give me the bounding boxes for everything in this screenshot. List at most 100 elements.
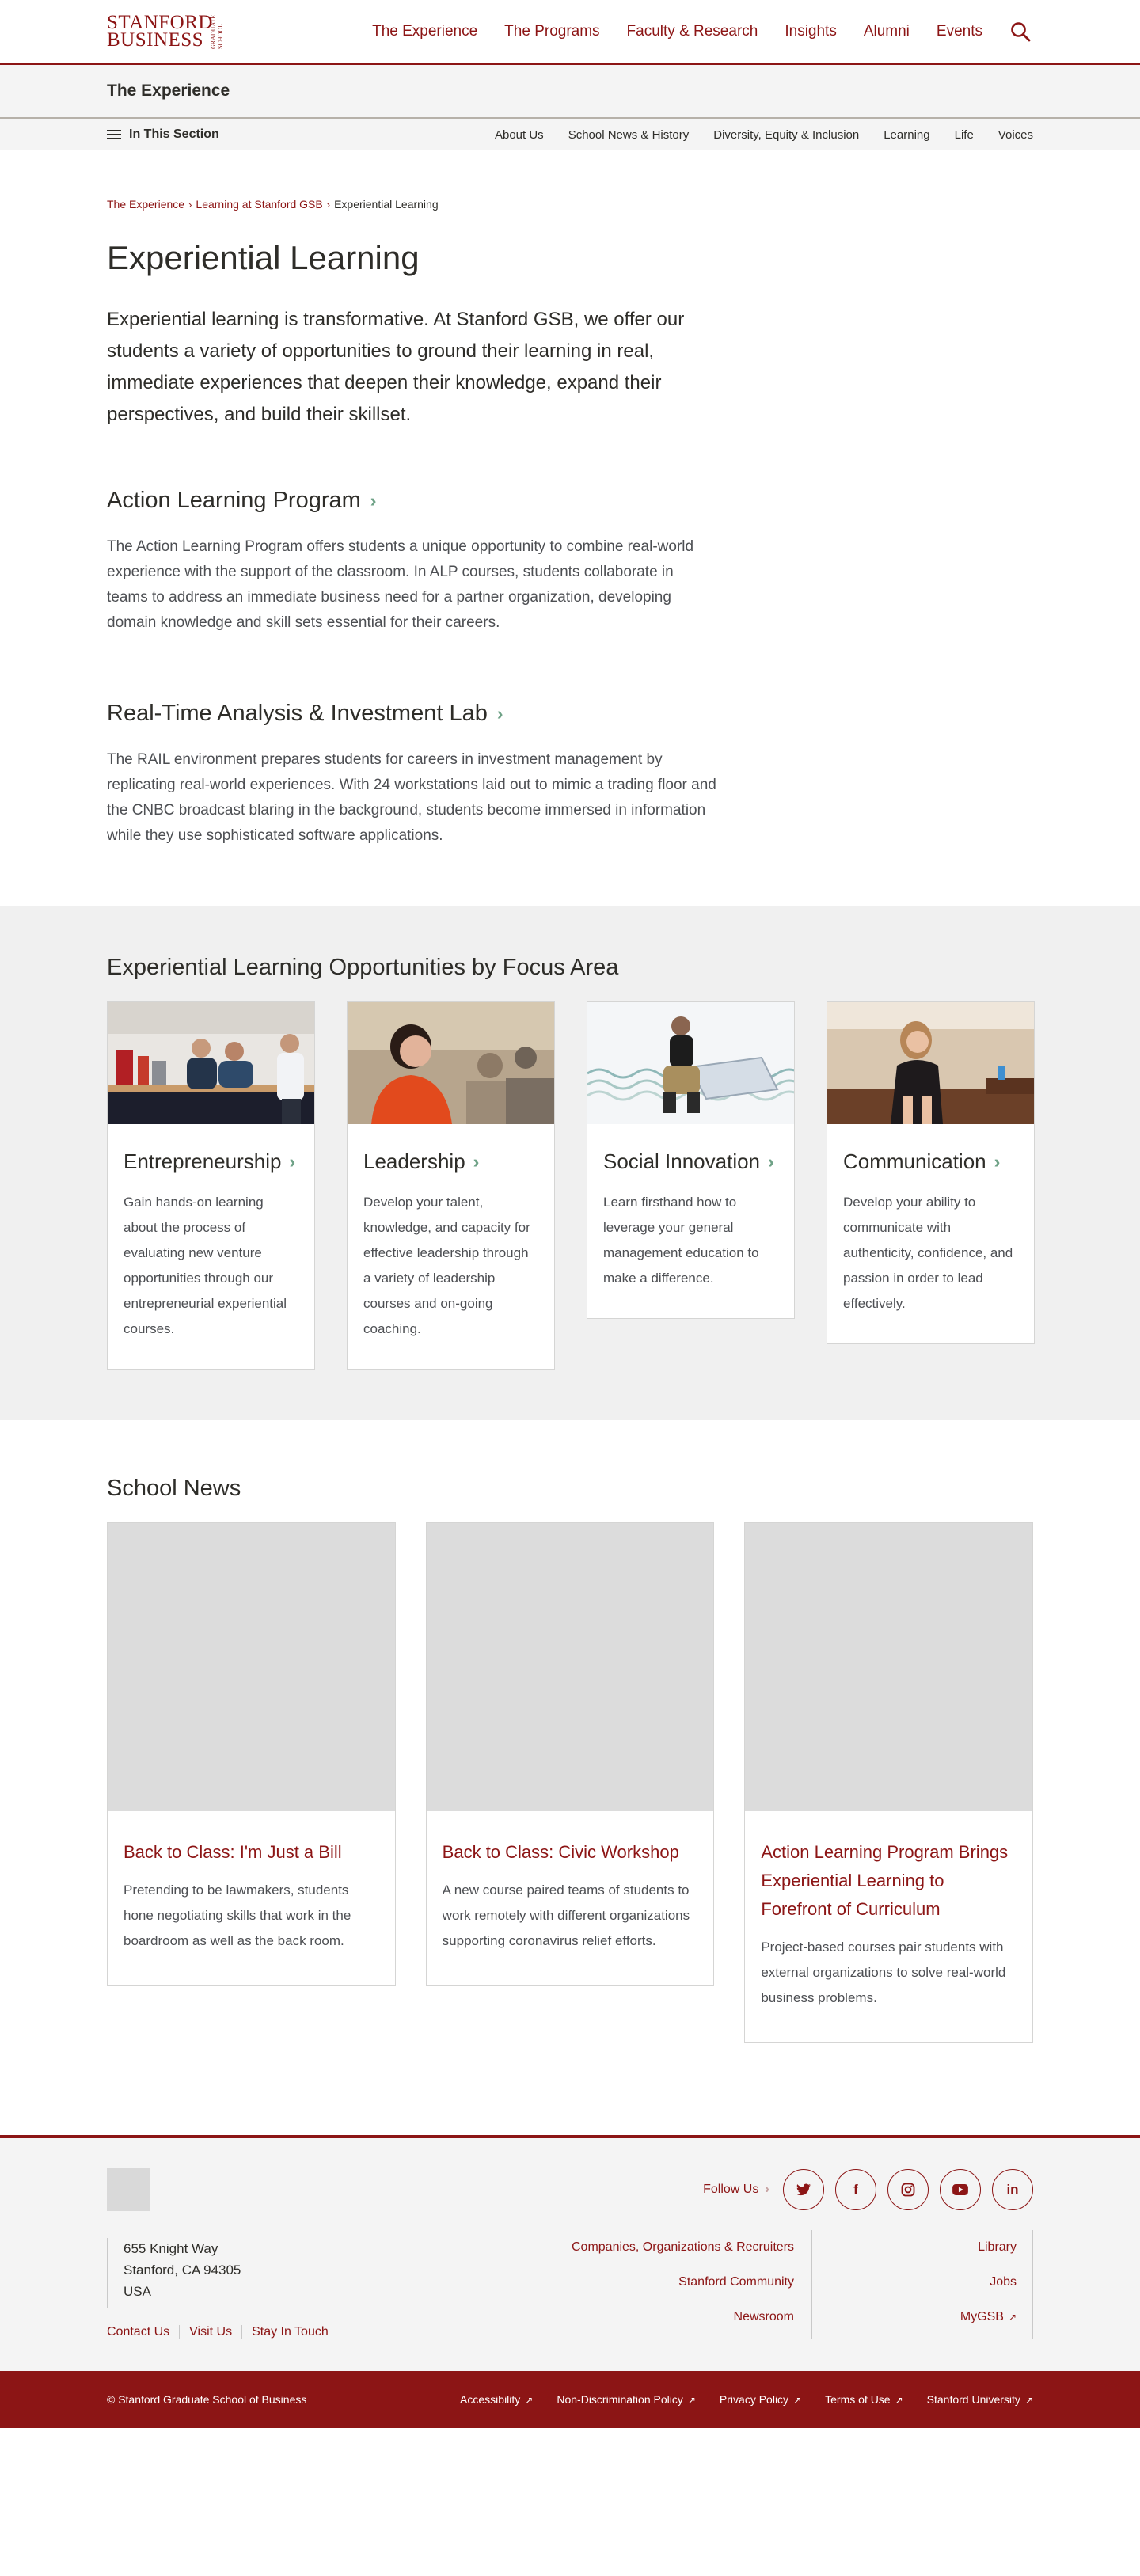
breadcrumb-learning[interactable]: Learning at Stanford GSB <box>196 198 322 211</box>
feature-text: The RAIL environment prepares students f… <box>107 751 716 844</box>
focus-card-leadership[interactable]: Leadership ›› Develop your talent, knowl… <box>347 1001 555 1370</box>
subnav-diversity[interactable]: Diversity, Equity & Inclusion <box>713 128 859 142</box>
subnav-life[interactable]: Life <box>955 128 974 142</box>
focus-card-social-innovation[interactable]: Social Innovation ›› Learn firsthand how… <box>587 1001 795 1319</box>
site-footer: Follow Us ›› f in 655 Knight Way Stanfor… <box>0 2135 1140 2371</box>
external-link-icon: ↗ <box>793 2395 802 2406</box>
social-innovation-photo <box>587 1002 794 1124</box>
entrepreneurship-photo <box>108 1002 314 1124</box>
news-summary: Pretending to be lawmakers, students hon… <box>124 1883 352 1948</box>
section-subnav: In This Section About Us School News & H… <box>0 119 1140 150</box>
news-card[interactable]: Back to Class: Civic Workshop A new cour… <box>425 1522 715 1986</box>
facebook-link[interactable]: f <box>835 2169 876 2210</box>
nav-faculty-research[interactable]: Faculty & Research <box>627 23 758 40</box>
non-discrimination-link[interactable]: Non-Discrimination Policy ↗ <box>557 2393 696 2406</box>
accessibility-link[interactable]: Accessibility ↗ <box>460 2393 533 2406</box>
focus-card-communication[interactable]: Communication ›› Develop your ability to… <box>826 1001 1035 1344</box>
feature-title-link[interactable]: Action Learning Program ›› <box>107 488 716 514</box>
library-link[interactable]: Library <box>812 2230 1016 2265</box>
double-chevron-right-icon: ›› <box>768 1151 772 1172</box>
double-chevron-right-icon: ›› <box>994 1151 998 1172</box>
instagram-icon <box>901 2183 915 2197</box>
card-title: Entrepreneurship <box>124 1149 282 1173</box>
double-chevron-right-icon: ›› <box>289 1151 293 1172</box>
external-link-icon: ↗ <box>895 2395 903 2406</box>
news-card[interactable]: Back to Class: I'm Just a Bill Pretendin… <box>107 1522 396 1986</box>
card-text: Develop your ability to communicate with… <box>843 1195 1013 1311</box>
nav-the-programs[interactable]: The Programs <box>504 23 599 40</box>
news-image-placeholder <box>426 1523 714 1811</box>
stanford-community-link[interactable]: Stanford Community <box>572 2265 794 2300</box>
external-link-icon: ↗ <box>1024 2395 1033 2406</box>
follow-us-label: Follow Us ›› <box>703 2183 768 2197</box>
visit-us-link[interactable]: Visit Us <box>179 2325 241 2339</box>
intro-paragraph: Experiential learning is transformative.… <box>107 309 685 425</box>
twitter-link[interactable] <box>783 2169 824 2210</box>
logo-wordmark: STANFORD BUSINESS <box>107 12 213 51</box>
card-title-link[interactable]: Entrepreneurship ›› <box>124 1149 298 1174</box>
card-text: Learn firsthand how to leverage your gen… <box>603 1195 759 1286</box>
card-title-link[interactable]: Leadership ›› <box>363 1149 538 1174</box>
stanford-gsb-logo[interactable]: STANFORD BUSINESS GRADUATE SCHOOL <box>107 12 224 51</box>
card-title-link[interactable]: Social Innovation ›› <box>603 1149 778 1174</box>
news-card[interactable]: Action Learning Program Brings Experient… <box>744 1522 1034 2043</box>
section-title[interactable]: The Experience <box>107 82 230 101</box>
subnav-links: About Us School News & History Diversity… <box>495 128 1033 142</box>
nav-events[interactable]: Events <box>937 23 982 40</box>
privacy-policy-label: Privacy Policy <box>719 2393 789 2406</box>
nav-insights[interactable]: Insights <box>785 23 836 40</box>
logo-subtitle: GRADUATE SCHOOL <box>210 14 224 49</box>
footer-logo-placeholder[interactable] <box>107 2168 150 2211</box>
subnav-school-news-history[interactable]: School News & History <box>568 128 690 142</box>
youtube-icon <box>952 2184 968 2195</box>
linkedin-icon: in <box>1006 2182 1019 2197</box>
in-this-section-toggle[interactable]: In This Section <box>107 127 219 142</box>
copyright: © Stanford Graduate School of Business <box>107 2393 307 2406</box>
contact-us-link[interactable]: Contact Us <box>107 2325 179 2339</box>
privacy-policy-link[interactable]: Privacy Policy ↗ <box>720 2393 801 2406</box>
terms-of-use-label: Terms of Use <box>825 2393 891 2406</box>
breadcrumb-separator-icon: › <box>188 198 192 211</box>
stanford-university-link[interactable]: Stanford University ↗ <box>927 2393 1033 2406</box>
external-link-icon: ↗ <box>525 2395 534 2406</box>
card-title: Social Innovation <box>603 1149 761 1173</box>
news-title-link[interactable]: Back to Class: I'm Just a Bill <box>124 1838 379 1867</box>
breadcrumb-the-experience[interactable]: The Experience <box>107 198 184 211</box>
subnav-voices[interactable]: Voices <box>998 128 1033 142</box>
jobs-link[interactable]: Jobs <box>812 2265 1016 2300</box>
feature-title-link[interactable]: Real-Time Analysis & Investment Lab ›› <box>107 701 716 727</box>
footer-contact-links: Contact Us Visit Us Stay In Touch <box>107 2325 338 2339</box>
accessibility-label: Accessibility <box>460 2393 521 2406</box>
card-title-link[interactable]: Communication ›› <box>843 1149 1018 1174</box>
subnav-learning[interactable]: Learning <box>884 128 929 142</box>
instagram-link[interactable] <box>887 2169 929 2210</box>
focus-cards: Entrepreneurship ›› Gain hands-on learni… <box>107 1001 1035 1370</box>
subnav-about-us[interactable]: About Us <box>495 128 544 142</box>
nav-alumni[interactable]: Alumni <box>864 23 910 40</box>
breadcrumb-separator-icon: › <box>326 198 331 211</box>
stay-in-touch-link[interactable]: Stay In Touch <box>241 2325 338 2339</box>
linkedin-link[interactable]: in <box>992 2169 1033 2210</box>
school-news-heading: School News <box>107 1476 241 1501</box>
terms-of-use-link[interactable]: Terms of Use ↗ <box>825 2393 903 2406</box>
double-chevron-right-icon: ›› <box>370 490 374 511</box>
non-discrimination-label: Non-Discrimination Policy <box>557 2393 683 2406</box>
breadcrumb-current: Experiential Learning <box>334 198 439 211</box>
recruiters-link[interactable]: Companies, Organizations & Recruiters <box>572 2230 794 2265</box>
nav-the-experience[interactable]: The Experience <box>372 23 477 40</box>
page-title: Experiential Learning <box>107 239 420 276</box>
news-image-placeholder <box>108 1523 395 1811</box>
search-button[interactable] <box>1008 19 1033 44</box>
focus-card-entrepreneurship[interactable]: Entrepreneurship ›› Gain hands-on learni… <box>107 1001 315 1370</box>
news-summary: Project-based courses pair students with… <box>761 1940 1006 2005</box>
leadership-photo <box>348 1002 554 1124</box>
communication-photo <box>827 1002 1034 1124</box>
address-line: 655 Knight Way <box>124 2241 218 2256</box>
youtube-link[interactable] <box>940 2169 981 2210</box>
breadcrumb: The Experience › Learning at Stanford GS… <box>107 198 1033 211</box>
news-title-link[interactable]: Back to Class: Civic Workshop <box>443 1838 698 1867</box>
newsroom-link[interactable]: Newsroom <box>572 2300 794 2335</box>
mygsb-link[interactable]: MyGSB ↗ <box>812 2300 1016 2335</box>
external-link-icon: ↗ <box>687 2395 696 2406</box>
news-title-link[interactable]: Action Learning Program Brings Experient… <box>761 1838 1016 1924</box>
